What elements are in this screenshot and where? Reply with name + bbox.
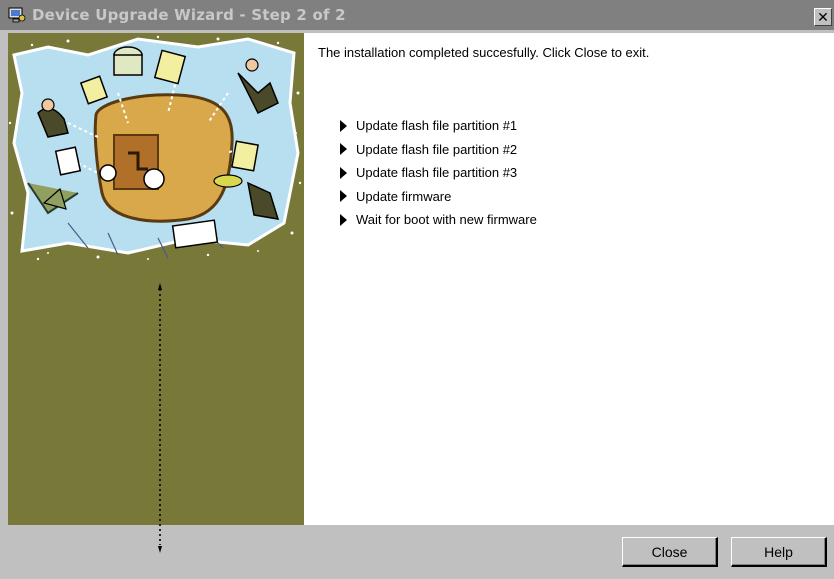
list-item: Update flash file partition #2 [340,138,537,162]
step-list: Update flash file partition #1 Update fl… [340,114,537,232]
step-label: Update firmware [356,188,452,204]
dotted-arrow-icon [158,283,162,553]
title-bar[interactable]: Device Upgrade Wizard - Step 2 of 2 ✕ [0,0,834,30]
close-button[interactable]: Close [622,537,718,567]
step-label: Wait for boot with new firmware [356,212,537,228]
bullet-arrow-icon [340,213,347,226]
step-label: Update flash file partition #1 [356,118,518,134]
wizard-side-panel [8,33,304,553]
list-item: Update flash file partition #1 [340,114,537,138]
list-item: Wait for boot with new firmware [340,208,537,232]
bullet-arrow-icon [340,190,347,203]
wizard-app-icon [8,6,26,24]
wizard-window: Device Upgrade Wizard - Step 2 of 2 ✕ Th… [0,0,834,579]
bullet-arrow-icon [340,143,347,156]
wizard-content-panel: The installation completed succesfully. … [304,33,834,525]
wizard-illustration [8,35,302,261]
list-item: Update firmware [340,185,537,209]
bullet-arrow-icon [340,119,347,132]
completion-message: The installation completed succesfully. … [318,45,650,60]
list-item: Update flash file partition #3 [340,161,537,185]
step-label: Update flash file partition #3 [356,165,518,181]
step-label: Update flash file partition #2 [356,141,518,157]
close-window-icon[interactable]: ✕ [814,8,832,26]
window-title: Device Upgrade Wizard - Step 2 of 2 [32,6,346,24]
bullet-arrow-icon [340,166,347,179]
help-button[interactable]: Help [731,537,827,567]
